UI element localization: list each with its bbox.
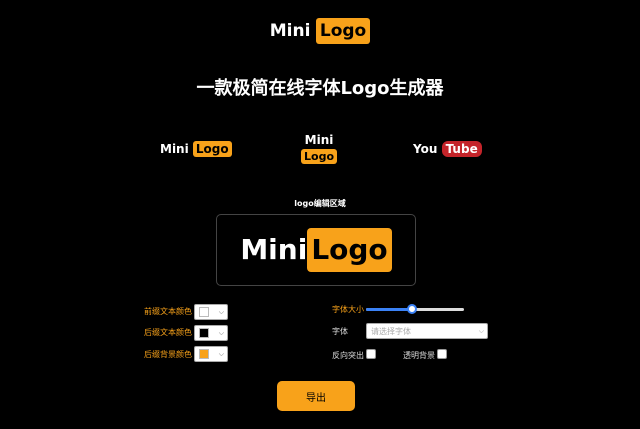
preset-logo-2[interactable]: Mini Logo (300, 133, 338, 164)
preset-logo-3[interactable]: You Tube (413, 141, 482, 157)
reverse-highlight-checkbox[interactable] (366, 349, 376, 359)
font-select[interactable]: 请选择字体 ⌵ (366, 323, 488, 339)
suffix-text-color-swatch (199, 328, 209, 338)
export-button[interactable]: 导出 (277, 381, 355, 411)
reverse-highlight-label: 反向突出 (332, 351, 364, 360)
suffix-bg-color-picker[interactable]: ⌵ (194, 346, 228, 362)
preset-logo-1[interactable]: Mini Logo (160, 141, 232, 157)
prefix-text-color-label: 前缀文本颜色 (144, 307, 192, 316)
preset-prefix: Mini (304, 133, 334, 147)
preset-prefix: You (413, 142, 438, 156)
preset-suffix: Tube (441, 141, 482, 157)
suffix-bg-color-label: 后缀背景颜色 (144, 350, 192, 359)
preset-suffix: Logo (301, 149, 337, 164)
slider-fill (366, 308, 413, 311)
chevron-down-icon: ⌵ (218, 329, 224, 337)
header-logo-suffix: Logo (315, 18, 371, 44)
suffix-bg-color-swatch (199, 349, 209, 359)
logo-editor[interactable]: Mini Logo (216, 214, 416, 286)
preset-prefix: Mini (160, 142, 189, 156)
prefix-text-color-swatch (199, 307, 209, 317)
font-select-placeholder: 请选择字体 (371, 326, 411, 336)
chevron-down-icon: ⌵ (478, 327, 484, 335)
transparent-bg-label: 透明背景 (403, 351, 435, 360)
chevron-down-icon: ⌵ (218, 350, 224, 358)
slider-thumb[interactable] (407, 304, 418, 314)
font-size-slider[interactable] (366, 303, 464, 315)
transparent-bg-checkbox[interactable] (437, 349, 447, 359)
editor-suffix-text[interactable]: Logo (307, 228, 392, 272)
preset-suffix: Logo (192, 141, 232, 157)
suffix-text-color-label: 后缀文本颜色 (144, 328, 192, 337)
editor-prefix-text[interactable]: Mini (240, 233, 307, 266)
editor-label: logo编辑区域 (294, 199, 346, 208)
prefix-text-color-picker[interactable]: ⌵ (194, 304, 228, 320)
suffix-text-color-picker[interactable]: ⌵ (194, 325, 228, 341)
header-logo: Mini Logo (0, 18, 640, 44)
page-title: 一款极简在线字体Logo生成器 (196, 78, 444, 99)
chevron-down-icon: ⌵ (218, 308, 224, 316)
font-size-label: 字体大小 (332, 305, 364, 314)
font-label: 字体 (332, 327, 348, 336)
header-logo-prefix: Mini (269, 21, 311, 41)
